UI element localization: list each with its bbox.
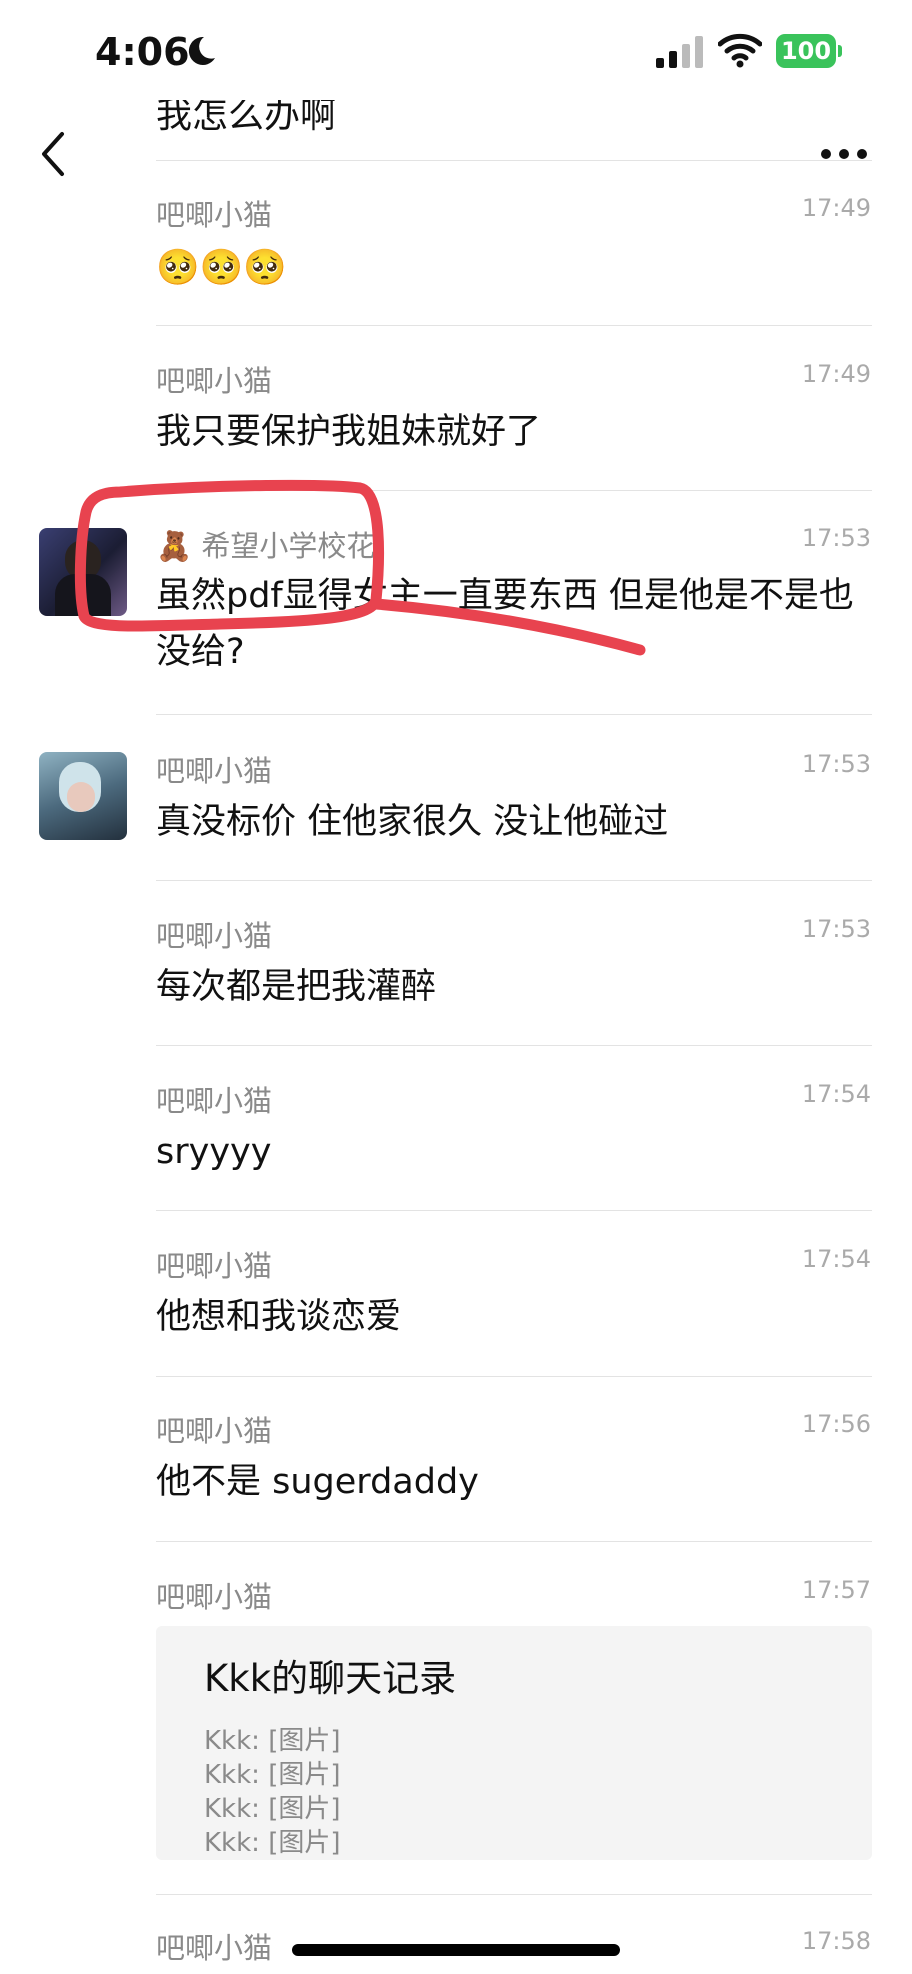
message-time: 17:49 bbox=[801, 194, 871, 222]
sender-name[interactable]: 🧸 希望小学校花 bbox=[156, 523, 375, 565]
sender-name[interactable]: 吧唧小猫 bbox=[156, 1925, 272, 1967]
message-time: 17:57 bbox=[801, 1576, 871, 1604]
more-options-icon[interactable] bbox=[820, 148, 868, 160]
message-divider bbox=[156, 325, 872, 326]
sender-name-label: 希望小学校花 bbox=[201, 529, 376, 563]
back-chevron-icon[interactable] bbox=[38, 130, 68, 178]
status-bar: 4:06 100 bbox=[0, 0, 912, 100]
sender-name[interactable]: 吧唧小猫 bbox=[156, 748, 272, 790]
message-divider bbox=[156, 490, 872, 491]
message-time: 17:54 bbox=[801, 1080, 871, 1108]
message-divider bbox=[156, 1541, 872, 1542]
message-text[interactable]: 🥺🥺🥺 bbox=[156, 240, 872, 296]
message-divider bbox=[156, 1894, 872, 1895]
sender-name[interactable]: 吧唧小猫 bbox=[156, 1078, 272, 1120]
avatar-figure-body bbox=[55, 574, 111, 616]
sender-name[interactable]: 吧唧小猫 bbox=[156, 1243, 272, 1285]
battery-level: 100 bbox=[776, 34, 836, 68]
sender-name[interactable]: 吧唧小猫 bbox=[156, 1408, 272, 1450]
battery-nub bbox=[838, 45, 842, 57]
sender-name[interactable]: 吧唧小猫 bbox=[156, 1574, 272, 1616]
message-time: 17:58 bbox=[801, 1927, 871, 1955]
message-divider bbox=[156, 1210, 872, 1211]
message-divider bbox=[156, 160, 872, 161]
message-text[interactable]: 他不是 sugerdaddy bbox=[156, 1454, 872, 1510]
chat-record-line: Kkk: [图片] bbox=[204, 1726, 341, 1756]
message-text[interactable]: 每次都是把我灌醉 bbox=[156, 959, 872, 1015]
sender-avatar[interactable] bbox=[39, 752, 127, 840]
message-divider bbox=[156, 1045, 872, 1046]
message-time: 17:54 bbox=[801, 1245, 871, 1273]
chat-record-title: Kkk的聊天记录 bbox=[204, 1657, 457, 1700]
message-time: 17:53 bbox=[801, 915, 871, 943]
message-time: 17:49 bbox=[801, 360, 871, 388]
message-divider bbox=[156, 1376, 872, 1377]
sender-name[interactable]: 吧唧小猫 bbox=[156, 192, 272, 234]
message-text[interactable]: 真没标价 住他家很久 没让他碰过 bbox=[156, 794, 872, 850]
message-text[interactable]: 虽然pdf显得女主一直要东西 但是他是不是也没给? bbox=[156, 568, 872, 680]
chat-record-line: Kkk: [图片] bbox=[204, 1828, 341, 1858]
sender-name[interactable]: 吧唧小猫 bbox=[156, 358, 272, 400]
sender-name[interactable]: 吧唧小猫 bbox=[156, 913, 272, 955]
message-text[interactable]: sryyyy bbox=[156, 1124, 872, 1180]
message-text[interactable]: 他想和我谈恋爱 bbox=[156, 1289, 872, 1345]
avatar-face bbox=[67, 782, 95, 812]
wifi-icon bbox=[718, 33, 762, 68]
message-time: 17:53 bbox=[801, 750, 871, 778]
teddy-bear-icon: 🧸 bbox=[156, 529, 193, 563]
message-time: 17:56 bbox=[801, 1410, 871, 1438]
chat-record-line: Kkk: [图片] bbox=[204, 1760, 341, 1790]
chat-record-card[interactable]: Kkk的聊天记录 Kkk: [图片] Kkk: [图片] Kkk: [图片] K… bbox=[156, 1626, 872, 1860]
sender-avatar[interactable] bbox=[39, 528, 127, 616]
message-time: 17:53 bbox=[801, 524, 871, 552]
home-indicator[interactable] bbox=[292, 1944, 620, 1956]
moon-icon bbox=[188, 36, 215, 65]
battery-icon: 100 bbox=[776, 34, 842, 68]
message-text[interactable]: 我只要保护我姐妹就好了 bbox=[156, 404, 872, 460]
chat-record-line: Kkk: [图片] bbox=[204, 1794, 341, 1824]
status-time: 4:06 bbox=[95, 30, 190, 74]
message-divider bbox=[156, 714, 872, 715]
message-divider bbox=[156, 880, 872, 881]
cellular-signal-icon bbox=[656, 36, 703, 68]
